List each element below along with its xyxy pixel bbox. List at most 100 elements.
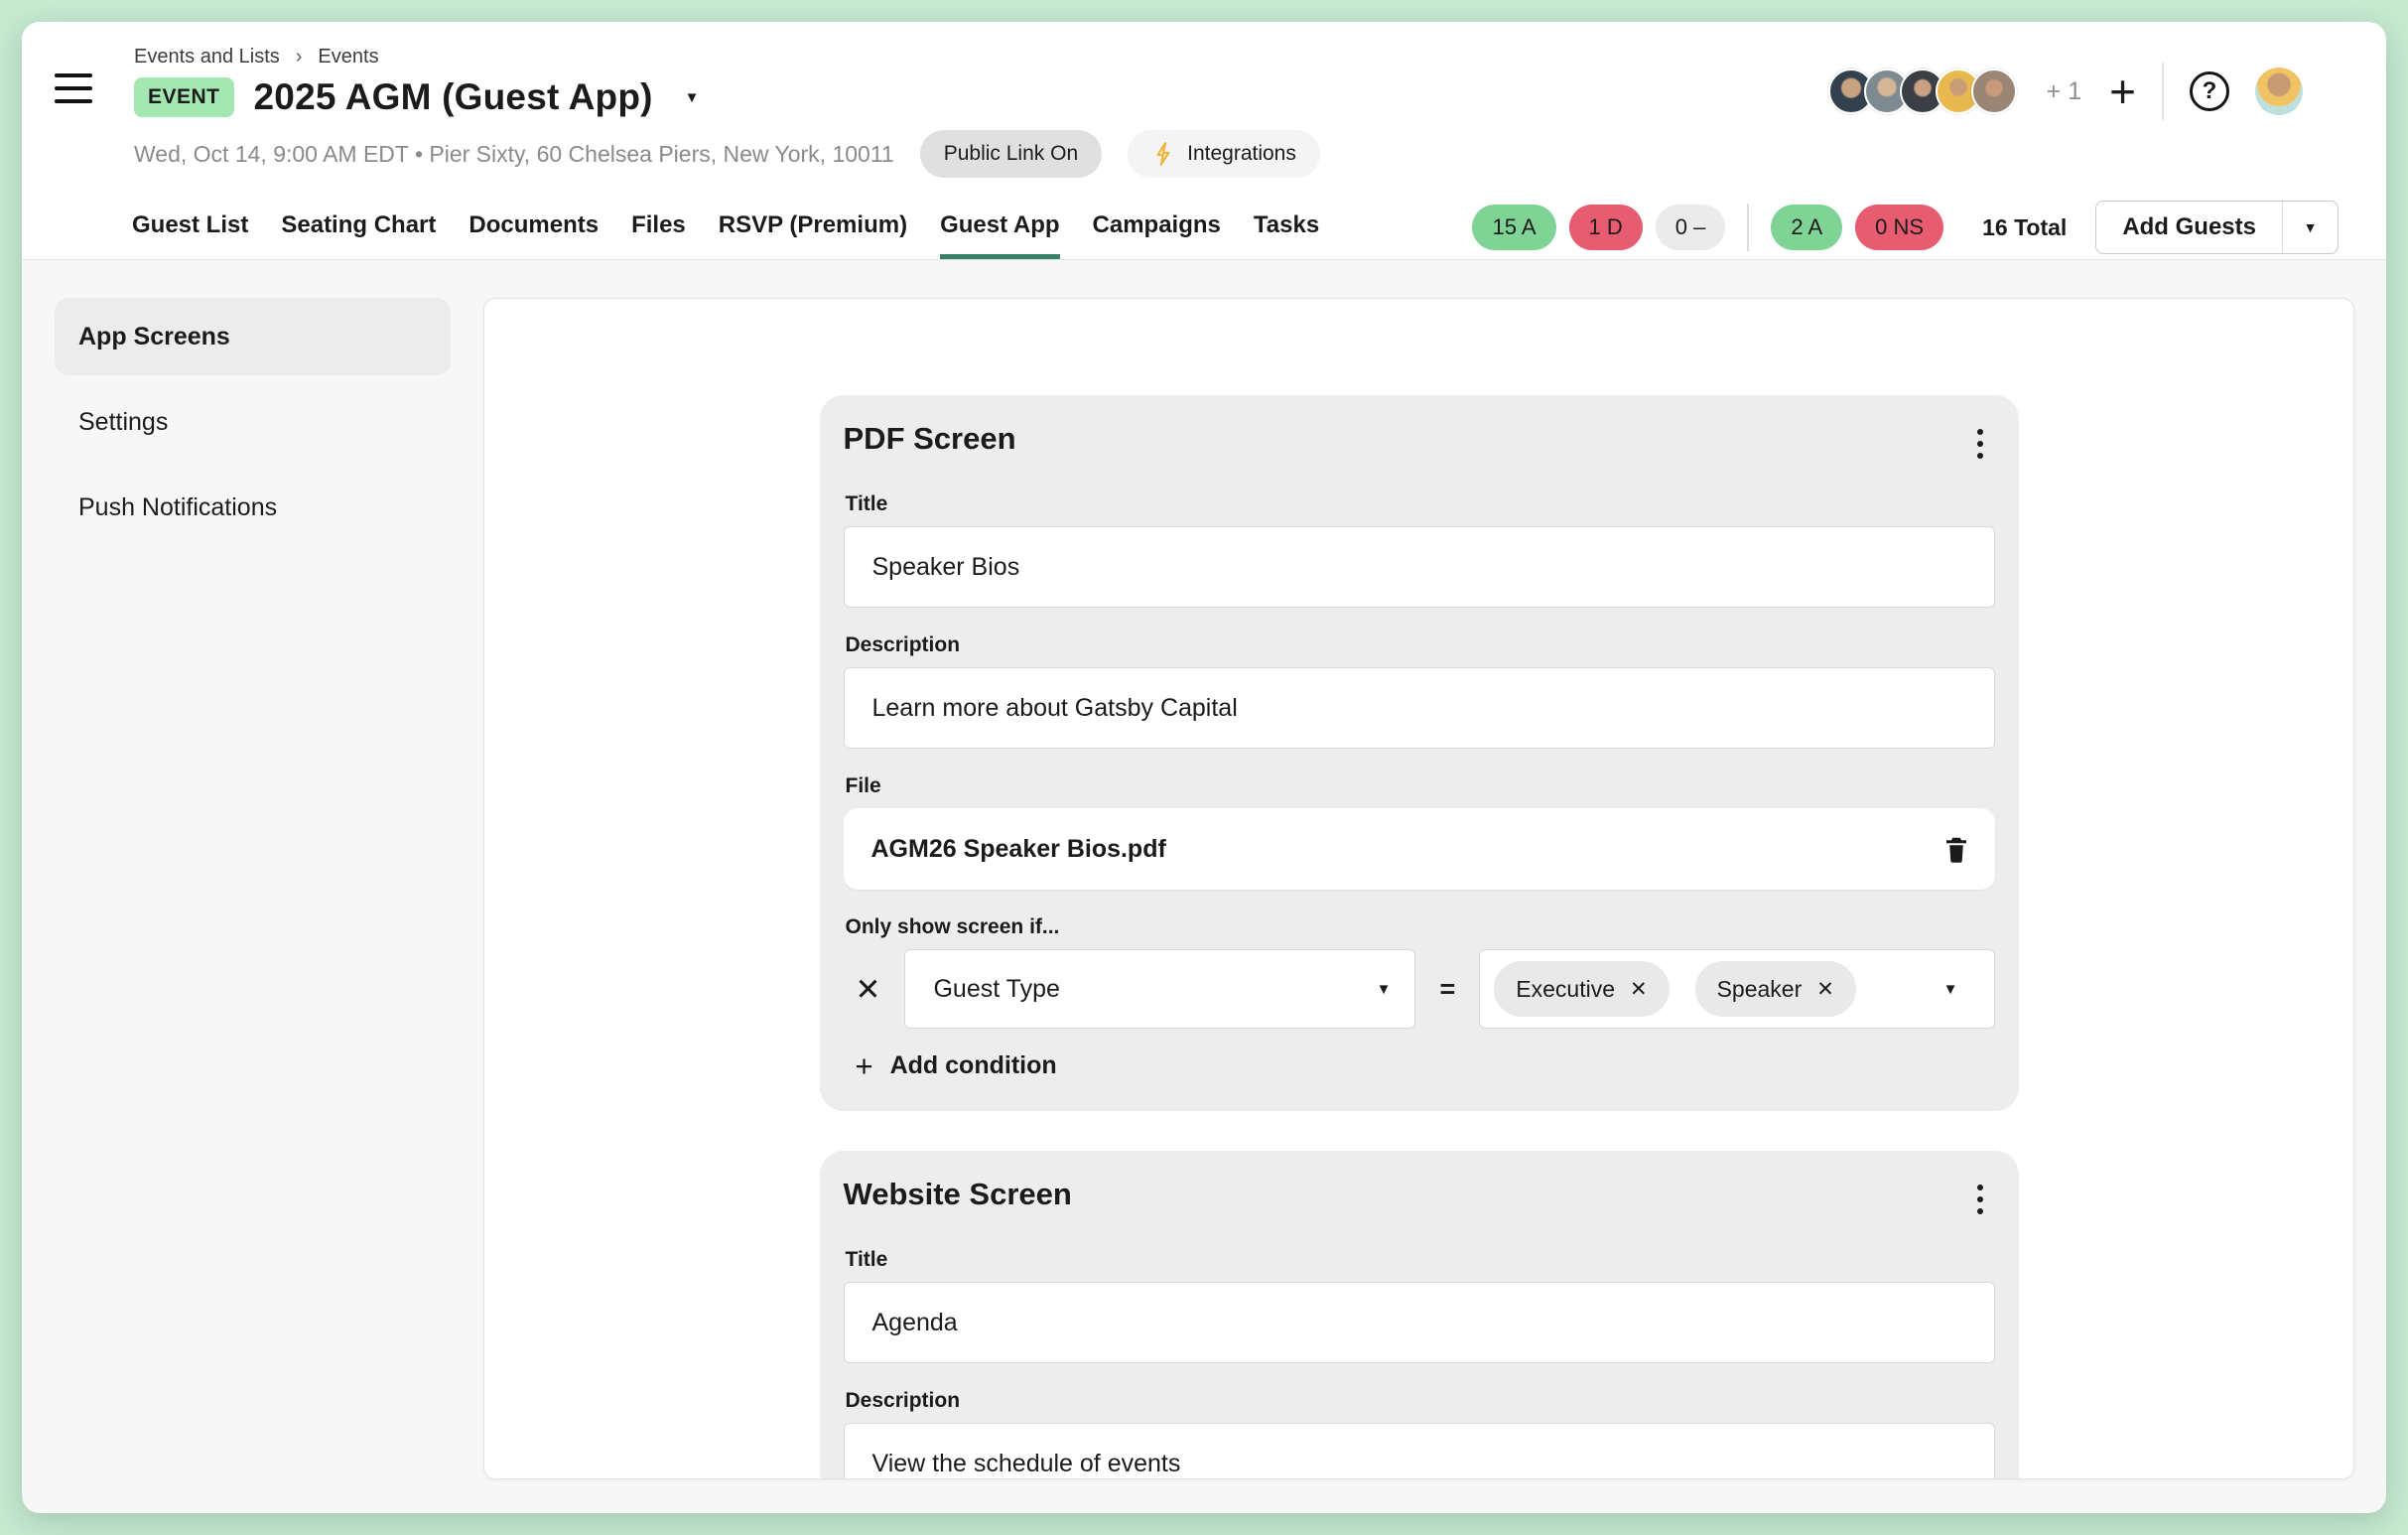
kebab-dot	[1977, 1185, 1983, 1190]
sidebar-item-app-screens[interactable]: App Screens	[55, 298, 451, 375]
description-input[interactable]: View the schedule of events	[844, 1423, 1995, 1479]
card-title: PDF Screen	[844, 421, 1016, 457]
guest-metrics: 15 A 1 D 0 – 2 A 0 NS 16 Total Add Guest…	[1472, 196, 2339, 259]
title-dropdown-caret-icon[interactable]: ▼	[685, 89, 700, 106]
title-input[interactable]: Agenda	[844, 1282, 1995, 1363]
collaborator-avatar[interactable]	[1971, 69, 2017, 114]
kebab-dot	[1977, 429, 1983, 435]
file-field-label: File	[846, 774, 1995, 798]
hamburger-bar	[55, 99, 92, 103]
count-badge-attending[interactable]: 15 A	[1472, 205, 1555, 250]
value-chip-executive: Executive ✕	[1494, 961, 1669, 1017]
pdf-screen-card: PDF Screen Title Speaker Bios Descriptio…	[820, 395, 2019, 1111]
title-field-label: Title	[846, 1248, 1995, 1272]
card-title: Website Screen	[844, 1177, 1072, 1212]
remove-condition-icon[interactable]: ✕	[856, 974, 881, 1005]
metrics-divider	[1747, 204, 1749, 251]
title-input-value: Speaker Bios	[872, 553, 1020, 582]
header-divider	[2162, 63, 2164, 120]
tab-documents[interactable]: Documents	[468, 196, 599, 259]
count-badge-arrived[interactable]: 2 A	[1771, 205, 1842, 250]
card-header: PDF Screen	[844, 421, 1995, 467]
description-input-value: Learn more about Gatsby Capital	[872, 694, 1238, 723]
file-name: AGM26 Speaker Bios.pdf	[871, 835, 1166, 864]
tab-rsvp-premium[interactable]: RSVP (Premium)	[719, 196, 907, 259]
website-screen-card: Website Screen Title Agenda Description …	[820, 1151, 2019, 1479]
tab-guest-app[interactable]: Guest App	[940, 196, 1059, 259]
count-badge-declined[interactable]: 1 D	[1569, 205, 1643, 250]
sidebar-item-push-notifications[interactable]: Push Notifications	[55, 469, 451, 546]
hamburger-bar	[55, 73, 92, 77]
breadcrumb-events-and-lists[interactable]: Events and Lists	[134, 46, 280, 69]
public-link-chip[interactable]: Public Link On	[920, 130, 1102, 178]
add-plus-icon: +	[856, 1050, 873, 1081]
description-field-label: Description	[846, 633, 1995, 657]
condition-operator: =	[1439, 974, 1455, 1005]
tab-bar: Guest List Seating Chart Documents Files…	[132, 196, 1319, 259]
card-header: Website Screen	[844, 1177, 1995, 1222]
header-actions: + 1 + ?	[1828, 62, 2303, 121]
tab-campaigns[interactable]: Campaigns	[1093, 196, 1221, 259]
kebab-dot	[1977, 453, 1983, 459]
card-menu-kebab-icon[interactable]	[1965, 421, 1995, 467]
value-chip-speaker: Speaker ✕	[1695, 961, 1856, 1017]
app-header: Events and Lists › Events EVENT 2025 AGM…	[22, 22, 2386, 260]
title-input[interactable]: Speaker Bios	[844, 526, 1995, 608]
sidebar: App Screens Settings Push Notifications	[22, 260, 483, 1513]
tab-guest-list[interactable]: Guest List	[132, 196, 248, 259]
collaborator-avatar-stack	[1828, 69, 2017, 114]
tab-tasks[interactable]: Tasks	[1254, 196, 1319, 259]
hamburger-bar	[55, 86, 92, 90]
integrations-chip[interactable]: Integrations	[1128, 130, 1320, 178]
delete-file-trash-icon[interactable]	[1941, 833, 1971, 865]
add-guests-split-button: Add Guests ▼	[2095, 201, 2339, 254]
add-collaborator-plus-icon[interactable]: +	[2109, 71, 2136, 111]
title-column: Events and Lists › Events EVENT 2025 AGM…	[134, 46, 1320, 178]
main-panel: PDF Screen Title Speaker Bios Descriptio…	[483, 298, 2354, 1479]
add-condition-label: Add condition	[890, 1051, 1057, 1080]
total-guests-label: 16 Total	[1982, 214, 2067, 241]
add-guests-button[interactable]: Add Guests	[2096, 202, 2282, 253]
user-profile-avatar[interactable]	[2255, 68, 2303, 115]
count-badge-no-response[interactable]: 0 –	[1656, 205, 1726, 250]
value-chip-label: Executive	[1516, 976, 1615, 1003]
breadcrumb-events[interactable]: Events	[318, 46, 378, 69]
select-caret-icon: ▼	[1943, 981, 1958, 998]
title-row: EVENT 2025 AGM (Guest App) ▼	[134, 76, 1320, 118]
help-icon[interactable]: ?	[2190, 71, 2229, 111]
description-input[interactable]: Learn more about Gatsby Capital	[844, 667, 1995, 749]
breadcrumb: Events and Lists › Events	[134, 46, 1320, 69]
integrations-label: Integrations	[1187, 142, 1296, 166]
condition-section-label: Only show screen if...	[846, 915, 1995, 939]
remove-value-icon[interactable]: ✕	[1630, 977, 1648, 1002]
condition-field-select[interactable]: Guest Type ▼	[904, 949, 1415, 1029]
hamburger-menu-icon[interactable]	[55, 73, 92, 103]
card-menu-kebab-icon[interactable]	[1965, 1177, 1995, 1222]
tab-seating-chart[interactable]: Seating Chart	[281, 196, 436, 259]
remove-value-icon[interactable]: ✕	[1816, 977, 1834, 1002]
title-field-label: Title	[846, 492, 1995, 516]
header-top: Events and Lists › Events EVENT 2025 AGM…	[22, 22, 2386, 178]
event-date-location: Wed, Oct 14, 9:00 AM EDT • Pier Sixty, 6…	[134, 141, 894, 168]
add-condition-button[interactable]: + Add condition	[856, 1050, 1995, 1081]
title-input-value: Agenda	[872, 1309, 958, 1337]
description-input-value: View the schedule of events	[872, 1450, 1181, 1478]
kebab-dot	[1977, 1196, 1983, 1202]
count-badge-no-show[interactable]: 0 NS	[1855, 205, 1943, 250]
breadcrumb-separator-icon: ›	[296, 46, 303, 69]
page-title: 2025 AGM (Guest App)	[254, 76, 653, 118]
sidebar-item-settings[interactable]: Settings	[55, 383, 451, 461]
tabs-row: Guest List Seating Chart Documents Files…	[22, 196, 2386, 259]
kebab-dot	[1977, 441, 1983, 447]
condition-row: ✕ Guest Type ▼ = Executive ✕ Speaker ✕	[844, 949, 1995, 1029]
lightning-bolt-icon	[1151, 141, 1177, 167]
condition-field-value: Guest Type	[933, 975, 1059, 1004]
select-caret-icon: ▼	[1377, 981, 1392, 998]
subtitle-row: Wed, Oct 14, 9:00 AM EDT • Pier Sixty, 6…	[134, 130, 1320, 178]
condition-values-select[interactable]: Executive ✕ Speaker ✕ ▼	[1479, 949, 1994, 1029]
public-link-label: Public Link On	[944, 142, 1078, 166]
add-guests-caret-icon[interactable]: ▼	[2282, 202, 2338, 253]
tab-files[interactable]: Files	[631, 196, 686, 259]
file-attachment-box: AGM26 Speaker Bios.pdf	[844, 808, 1995, 890]
value-chip-label: Speaker	[1717, 976, 1803, 1003]
